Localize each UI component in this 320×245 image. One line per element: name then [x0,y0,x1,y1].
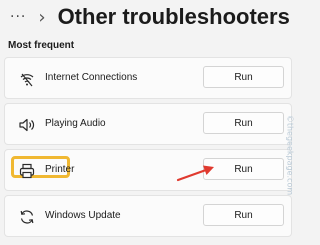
run-printer-button[interactable]: Run [203,158,284,180]
speaker-icon [18,116,36,134]
section-heading-most-frequent: Most frequent [8,40,75,51]
wifi-icon [18,70,36,88]
run-internet-connections-button[interactable]: Run [203,66,284,88]
troubleshooter-label: Internet Connections [45,72,138,83]
watermark: ©thegeekpage.com [285,114,295,196]
refresh-icon [18,208,36,226]
breadcrumb: ··· › Other troubleshooters [10,0,290,34]
settings-page: ··· › Other troubleshooters Most frequen… [0,0,300,245]
troubleshooter-label: Printer [45,164,75,175]
troubleshooter-label: Windows Update [45,210,121,221]
printer-icon [18,162,36,180]
troubleshooter-row-windows-update: Windows Update Run [4,195,292,237]
run-windows-update-button[interactable]: Run [203,204,284,226]
troubleshooter-label: Playing Audio [45,118,106,129]
run-playing-audio-button[interactable]: Run [203,112,284,134]
breadcrumb-more-button[interactable]: ··· [10,9,26,25]
troubleshooter-row-printer: Printer Run [4,149,292,191]
troubleshooter-row-playing-audio: Playing Audio Run [4,103,292,145]
page-title: Other troubleshooters [57,4,290,29]
chevron-right-icon: › [38,6,46,28]
troubleshooter-row-internet-connections: Internet Connections Run [4,57,292,99]
